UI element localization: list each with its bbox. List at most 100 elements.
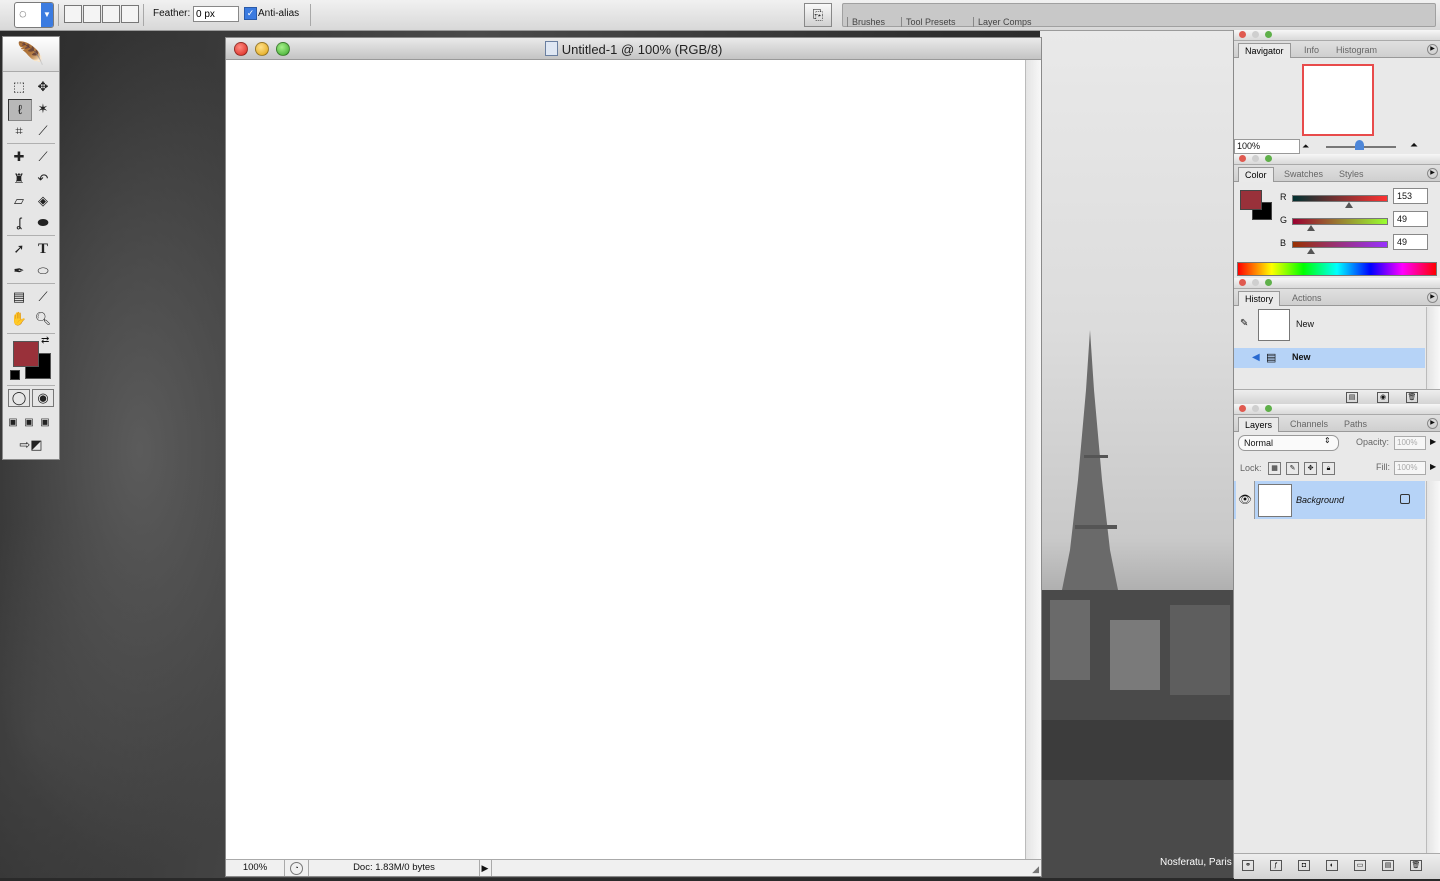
zoom-icon[interactable]: 🔍︎ xyxy=(32,309,54,329)
hand-icon[interactable]: ✋ xyxy=(8,309,30,329)
new-selection-icon[interactable] xyxy=(64,5,82,23)
tab-color[interactable]: Color xyxy=(1238,167,1274,182)
eye-icon[interactable]: 👁︎ xyxy=(1236,481,1255,519)
opacity-field[interactable]: 100% xyxy=(1394,436,1426,450)
shape-icon[interactable]: ⬭ xyxy=(32,261,54,281)
green-slider[interactable] xyxy=(1292,218,1388,225)
history-step-row[interactable]: ◀ ▤ New xyxy=(1234,348,1425,368)
crop-icon[interactable]: ⌗ xyxy=(8,121,30,141)
close-icon[interactable] xyxy=(1239,31,1246,38)
minimize-icon[interactable] xyxy=(1252,155,1259,162)
standard-mode-icon[interactable]: ◯ xyxy=(8,389,30,407)
trash-icon[interactable]: 🗑︎ xyxy=(1406,392,1418,403)
zoom-out-icon[interactable]: ⏶ xyxy=(1302,141,1309,152)
history-brush-icon[interactable]: ↶ xyxy=(32,169,54,189)
dodge-icon[interactable]: ⬬ xyxy=(32,213,54,233)
zoom-window-icon[interactable] xyxy=(1265,31,1272,38)
pen-icon[interactable]: ✒ xyxy=(8,261,30,281)
lock-all-icon[interactable]: 🔒︎ xyxy=(1322,462,1335,475)
healing-brush-icon[interactable]: ✚ xyxy=(8,147,30,167)
move-icon[interactable]: ✥ xyxy=(32,77,54,97)
type-icon[interactable]: T xyxy=(32,239,54,259)
default-colors-icon[interactable] xyxy=(10,370,20,380)
screen-mode-full-menu-icon[interactable]: ▣ xyxy=(22,413,36,433)
eraser-icon[interactable]: ▱ xyxy=(8,191,30,211)
layer-row-background[interactable]: 👁︎ Background xyxy=(1234,481,1425,519)
navigator-preview[interactable] xyxy=(1302,64,1374,136)
notes-icon[interactable]: ▤ xyxy=(8,287,30,307)
palette-browser-button[interactable]: ⎘ xyxy=(804,3,832,27)
path-selection-icon[interactable]: ➚ xyxy=(8,239,30,259)
quick-mask-icon[interactable]: ◉ xyxy=(32,389,54,407)
slider-caret-icon[interactable] xyxy=(1345,202,1353,208)
new-document-from-state-icon[interactable]: ▤ xyxy=(1346,392,1358,403)
lasso-icon[interactable]: ℓ xyxy=(8,99,32,121)
swap-colors-icon[interactable]: ⇄ xyxy=(41,335,49,346)
foreground-color-swatch[interactable] xyxy=(13,341,39,367)
close-icon[interactable] xyxy=(1239,405,1246,412)
zoom-window-icon[interactable] xyxy=(1265,155,1272,162)
intersect-selection-icon[interactable] xyxy=(121,5,139,23)
document-titlebar[interactable]: Untitled-1 @ 100% (RGB/8) xyxy=(226,38,1041,60)
green-value-field[interactable]: 49 xyxy=(1393,211,1428,227)
add-selection-icon[interactable] xyxy=(83,5,101,23)
tab-histogram[interactable]: Histogram xyxy=(1330,43,1383,57)
color-foreground-swatch[interactable] xyxy=(1240,190,1262,210)
lock-pixels-icon[interactable]: ✎ xyxy=(1286,462,1299,475)
fill-field[interactable]: 100% xyxy=(1394,461,1426,475)
adjustment-layer-icon[interactable]: ◐ xyxy=(1326,860,1338,871)
new-layer-icon[interactable]: ▤ xyxy=(1382,860,1394,871)
tab-paths[interactable]: Paths xyxy=(1338,417,1373,431)
slider-caret-icon[interactable] xyxy=(1307,248,1315,254)
history-brush-source-icon[interactable]: ✎ xyxy=(1240,318,1248,329)
close-icon[interactable] xyxy=(1239,155,1246,162)
paint-bucket-icon[interactable]: ◈ xyxy=(32,191,54,211)
palette-menu-icon[interactable]: ▶ xyxy=(1427,418,1438,429)
slice-icon[interactable]: ⟋ xyxy=(32,121,54,141)
vertical-scrollbar[interactable] xyxy=(1025,60,1041,859)
document-canvas[interactable] xyxy=(226,60,1025,858)
tab-styles[interactable]: Styles xyxy=(1333,167,1370,181)
tab-info[interactable]: Info xyxy=(1298,43,1325,57)
tab-layers[interactable]: Layers xyxy=(1238,417,1280,432)
red-value-field[interactable]: 153 xyxy=(1393,188,1428,204)
lock-transparency-icon[interactable]: ▦ xyxy=(1268,462,1281,475)
lock-position-icon[interactable]: ✥ xyxy=(1304,462,1317,475)
screen-mode-full-icon[interactable]: ▣ xyxy=(38,413,52,433)
history-scrollbar[interactable] xyxy=(1426,307,1440,389)
feather-input[interactable] xyxy=(193,6,239,22)
layer-style-icon[interactable]: ƒ xyxy=(1270,860,1282,871)
zoom-window-icon[interactable] xyxy=(1265,405,1272,412)
navigator-zoom-field[interactable]: 100% xyxy=(1234,139,1300,154)
status-info-icon[interactable]: ◔ xyxy=(290,862,303,875)
minimize-icon[interactable] xyxy=(1252,31,1259,38)
eyedropper-icon[interactable]: ⟋ xyxy=(32,287,54,307)
navigator-zoom-slider-thumb[interactable] xyxy=(1355,140,1364,150)
opacity-arrow-icon[interactable]: ▶ xyxy=(1430,437,1436,446)
tab-navigator[interactable]: Navigator xyxy=(1238,43,1291,58)
history-snapshot-row[interactable]: ✎ New xyxy=(1234,307,1425,341)
palette-menu-icon[interactable]: ▶ xyxy=(1427,292,1438,303)
new-group-icon[interactable]: ▭ xyxy=(1354,860,1366,871)
tab-swatches[interactable]: Swatches xyxy=(1278,167,1329,181)
layer-mask-icon[interactable]: ◘ xyxy=(1298,860,1310,871)
close-icon[interactable] xyxy=(1239,279,1246,286)
color-spectrum-ramp[interactable] xyxy=(1237,262,1437,276)
fill-arrow-icon[interactable]: ▶ xyxy=(1430,462,1436,471)
slider-caret-icon[interactable] xyxy=(1307,225,1315,231)
status-menu-arrow-icon[interactable]: ▶ xyxy=(479,860,492,876)
zoom-in-icon[interactable]: ⏶ xyxy=(1410,140,1418,151)
blur-icon[interactable]: ʆ xyxy=(8,213,30,233)
well-tab-brushes[interactable]: Brushes xyxy=(847,17,891,27)
clone-stamp-icon[interactable]: ♜ xyxy=(8,169,30,189)
antialias-checkbox[interactable]: ✓ xyxy=(244,7,257,20)
feather-logo-icon[interactable]: 🪶 xyxy=(3,37,59,72)
link-layers-icon[interactable]: ⚭ xyxy=(1242,860,1254,871)
document-zoom-field[interactable]: 100% xyxy=(226,860,285,876)
blue-slider[interactable] xyxy=(1292,241,1388,248)
palette-menu-icon[interactable]: ▶ xyxy=(1427,168,1438,179)
tool-preset-picker[interactable]: ◌ ▼ xyxy=(14,2,54,28)
trash-icon[interactable]: 🗑︎ xyxy=(1410,860,1422,871)
tab-history[interactable]: History xyxy=(1238,291,1281,306)
tab-actions[interactable]: Actions xyxy=(1286,291,1328,305)
